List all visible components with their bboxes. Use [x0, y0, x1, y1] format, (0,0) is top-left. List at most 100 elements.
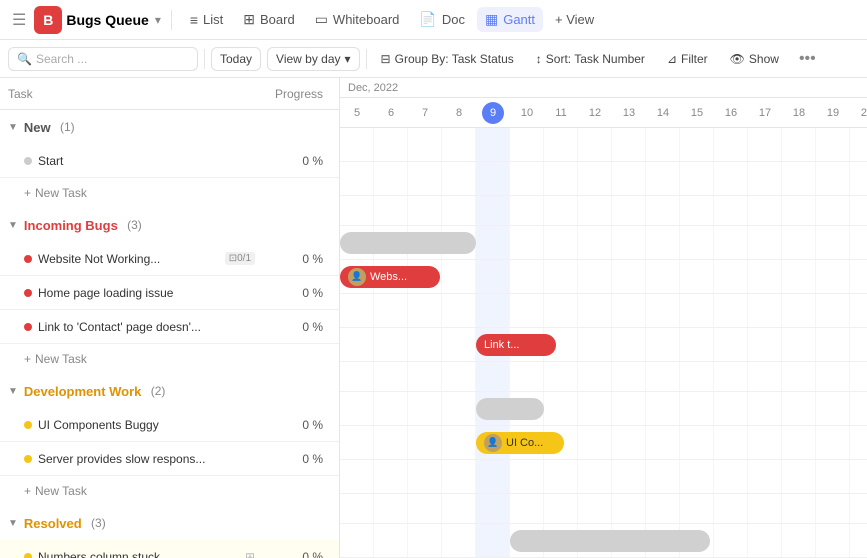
gantt-cell	[782, 128, 816, 161]
filter-label: Filter	[681, 52, 708, 66]
search-icon: 🔍	[17, 52, 32, 66]
task-status-dot	[24, 553, 32, 558]
gantt-cell	[578, 260, 612, 293]
gantt-bar[interactable]	[340, 232, 476, 254]
group-resolved-count: (3)	[88, 516, 106, 530]
project-name: Bugs Queue	[66, 12, 148, 28]
gantt-cell	[646, 128, 680, 161]
gantt-day: 8	[442, 107, 476, 119]
gantt-cell	[714, 524, 748, 557]
task-name: Server provides slow respons...	[38, 452, 255, 466]
gantt-bar[interactable]	[510, 530, 710, 552]
gantt-cell	[340, 128, 374, 161]
gantt-cell	[748, 524, 782, 557]
gantt-cell	[476, 226, 510, 259]
task-row[interactable]: Home page loading issue 0 %	[0, 276, 339, 310]
gantt-cell	[612, 460, 646, 493]
task-row[interactable]: Start 0 %	[0, 144, 339, 178]
nav-doc-label: Doc	[442, 12, 465, 27]
gantt-cell	[374, 426, 408, 459]
gantt-cell	[544, 196, 578, 225]
gantt-cell	[442, 294, 476, 327]
gantt-cell	[748, 392, 782, 425]
task-row[interactable]: Server provides slow respons... 0 %	[0, 442, 339, 476]
gantt-day: 11	[544, 107, 578, 119]
more-button[interactable]: •••	[793, 46, 822, 72]
gantt-cell	[442, 460, 476, 493]
gantt-cell	[816, 392, 850, 425]
gantt-cell	[578, 460, 612, 493]
gantt-day: 13	[612, 107, 646, 119]
task-column-header: Task	[8, 87, 261, 101]
gantt-cell	[714, 392, 748, 425]
gantt-cell	[646, 426, 680, 459]
gantt-cell	[816, 328, 850, 361]
show-label: Show	[749, 52, 779, 66]
show-button[interactable]: 👁 Show	[722, 48, 787, 70]
nav-view[interactable]: + View	[547, 8, 602, 31]
gantt-cell	[476, 162, 510, 195]
gantt-row: 👤Webs...	[340, 260, 867, 294]
gantt-cell	[374, 524, 408, 557]
task-row[interactable]: UI Components Buggy 0 %	[0, 408, 339, 442]
gantt-cell	[340, 328, 374, 361]
gantt-cell	[646, 392, 680, 425]
gantt-bar[interactable]: 👤Webs...	[340, 266, 440, 288]
hamburger-icon[interactable]: ☰	[8, 6, 30, 34]
gantt-cell	[816, 494, 850, 523]
gantt-cell	[714, 196, 748, 225]
gantt-cell	[816, 524, 850, 557]
task-progress: 0 %	[261, 418, 331, 432]
gantt-cell	[816, 226, 850, 259]
sort-icon: ↕	[536, 52, 542, 66]
sort-button[interactable]: ↕ Sort: Task Number	[528, 48, 653, 70]
task-status-dot	[24, 255, 32, 263]
nav-list[interactable]: ≡ List	[182, 8, 231, 32]
avatar: 👤	[484, 434, 502, 452]
gantt-row	[340, 294, 867, 328]
group-by-button[interactable]: ⊟ Group By: Task Status	[373, 48, 522, 70]
group-new-name: New	[24, 120, 51, 135]
nav-doc[interactable]: 📄 Doc	[411, 7, 473, 32]
task-progress: 0 %	[261, 252, 331, 266]
group-resolved: ▼ Resolved (3) + Numbers column stuck ⊞ …	[0, 506, 339, 558]
view-by-day-button[interactable]: View by day ▾	[267, 47, 360, 71]
project-chevron-icon[interactable]: ▾	[155, 13, 161, 27]
gantt-cell	[442, 196, 476, 225]
gantt-cell	[374, 494, 408, 523]
gantt-cell	[714, 260, 748, 293]
task-row[interactable]: Numbers column stuck ⊞ 0 %	[0, 540, 339, 558]
gantt-row: Link t...	[340, 328, 867, 362]
gantt-bar[interactable]: Link t...	[476, 334, 556, 356]
search-placeholder: Search ...	[36, 52, 87, 66]
gantt-cell	[612, 294, 646, 327]
today-button[interactable]: Today	[211, 47, 261, 71]
new-task-row[interactable]: + New Task	[0, 344, 339, 374]
nav-whiteboard[interactable]: ▭ Whiteboard	[307, 7, 408, 32]
filter-button[interactable]: ⊿ Filter	[659, 48, 716, 70]
nav-board[interactable]: ⊞ Board	[235, 7, 302, 32]
task-row[interactable]: Link to 'Contact' page doesn'... 0 %	[0, 310, 339, 344]
new-task-row[interactable]: + New Task	[0, 178, 339, 208]
gantt-cell	[544, 294, 578, 327]
task-row[interactable]: Website Not Working... ⊡0/1 0 %	[0, 242, 339, 276]
gantt-cell	[612, 128, 646, 161]
gantt-cell	[782, 294, 816, 327]
search-box[interactable]: 🔍 Search ...	[8, 47, 198, 71]
group-incoming-header[interactable]: ▼ Incoming Bugs (3) +	[0, 208, 339, 242]
new-task-row[interactable]: + New Task	[0, 476, 339, 506]
nav-gantt[interactable]: ▦ Gantt	[477, 7, 543, 32]
gantt-cell	[850, 196, 867, 225]
group-new-header[interactable]: ▼ New (1) +	[0, 110, 339, 144]
gantt-cell	[510, 226, 544, 259]
gantt-row	[340, 162, 867, 196]
whiteboard-icon: ▭	[315, 11, 328, 28]
gantt-bar[interactable]	[476, 398, 544, 420]
gantt-bar[interactable]: 👤UI Co...	[476, 432, 564, 454]
gantt-cell	[476, 460, 510, 493]
gantt-cell	[782, 426, 816, 459]
gantt-cell	[544, 260, 578, 293]
group-resolved-header[interactable]: ▼ Resolved (3) +	[0, 506, 339, 540]
gantt-cell	[442, 328, 476, 361]
group-dev-header[interactable]: ▼ Development Work (2) +	[0, 374, 339, 408]
